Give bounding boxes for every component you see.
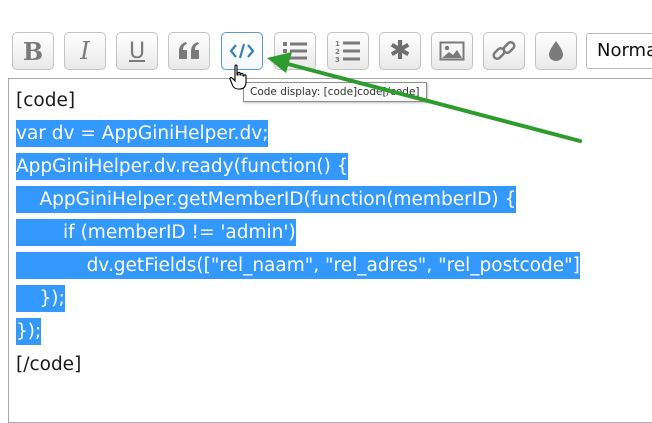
selected-text: dv.getFields(["rel_naam", "rel_adres", "… xyxy=(16,252,580,279)
code-line: }); xyxy=(16,282,652,315)
svg-text:1: 1 xyxy=(335,40,340,48)
selected-text: }); xyxy=(16,285,65,312)
image-button[interactable] xyxy=(431,32,473,70)
code-line: var dv = AppGiniHelper.dv; xyxy=(16,117,652,150)
italic-button[interactable]: I xyxy=(64,32,106,70)
bold-button[interactable]: B xyxy=(12,32,54,70)
selected-text: AppGiniHelper.dv.ready(function() { xyxy=(16,153,349,180)
editor-toolbar: B I U 1 2 3 ✱ Norma xyxy=(0,0,652,78)
code-line-text: [/code] xyxy=(16,354,82,375)
quote-icon xyxy=(179,42,199,59)
svg-text:3: 3 xyxy=(335,56,340,63)
code-line: dv.getFields(["rel_naam", "rel_adres", "… xyxy=(16,249,652,282)
link-button[interactable] xyxy=(483,32,525,70)
numbered-list-button[interactable]: 1 2 3 xyxy=(327,32,369,70)
numbered-list-icon: 1 2 3 xyxy=(335,40,360,63)
format-select-value: Normal xyxy=(597,40,652,61)
underline-button[interactable]: U xyxy=(116,32,158,70)
hand-cursor-icon xyxy=(229,64,247,90)
svg-text:2: 2 xyxy=(335,48,340,56)
code-button-tooltip: Code display: [code]code[/code] xyxy=(243,82,427,102)
link-icon xyxy=(492,40,516,61)
code-line: [/code] xyxy=(16,348,652,381)
bullet-list-icon xyxy=(283,42,307,60)
code-line: AppGiniHelper.getMemberID(function(membe… xyxy=(16,183,652,216)
asterisk-icon: ✱ xyxy=(389,36,411,66)
image-icon xyxy=(439,41,465,61)
code-icon xyxy=(229,43,255,59)
code-line-text: [code] xyxy=(16,90,76,111)
selected-text: if (memberID != 'admin') xyxy=(16,219,296,246)
selected-text: AppGiniHelper.getMemberID(function(membe… xyxy=(16,186,517,213)
asterisk-button[interactable]: ✱ xyxy=(379,32,421,70)
quote-button[interactable] xyxy=(168,32,210,70)
italic-icon: I xyxy=(80,37,90,65)
selected-text: var dv = AppGiniHelper.dv; xyxy=(16,120,269,147)
code-line: AppGiniHelper.dv.ready(function() { xyxy=(16,150,652,183)
color-button[interactable] xyxy=(535,32,577,70)
underline-icon: U xyxy=(128,38,146,64)
droplet-icon xyxy=(549,41,563,61)
code-content: [code] var dv = AppGiniHelper.dv; AppGin… xyxy=(16,84,652,381)
code-line: }); xyxy=(16,315,652,348)
code-line: if (memberID != 'admin') xyxy=(16,216,652,249)
bold-icon: B xyxy=(22,36,44,66)
format-select[interactable]: Normal xyxy=(586,33,652,69)
selected-text: }); xyxy=(16,318,42,345)
bullet-list-button[interactable] xyxy=(274,32,316,70)
